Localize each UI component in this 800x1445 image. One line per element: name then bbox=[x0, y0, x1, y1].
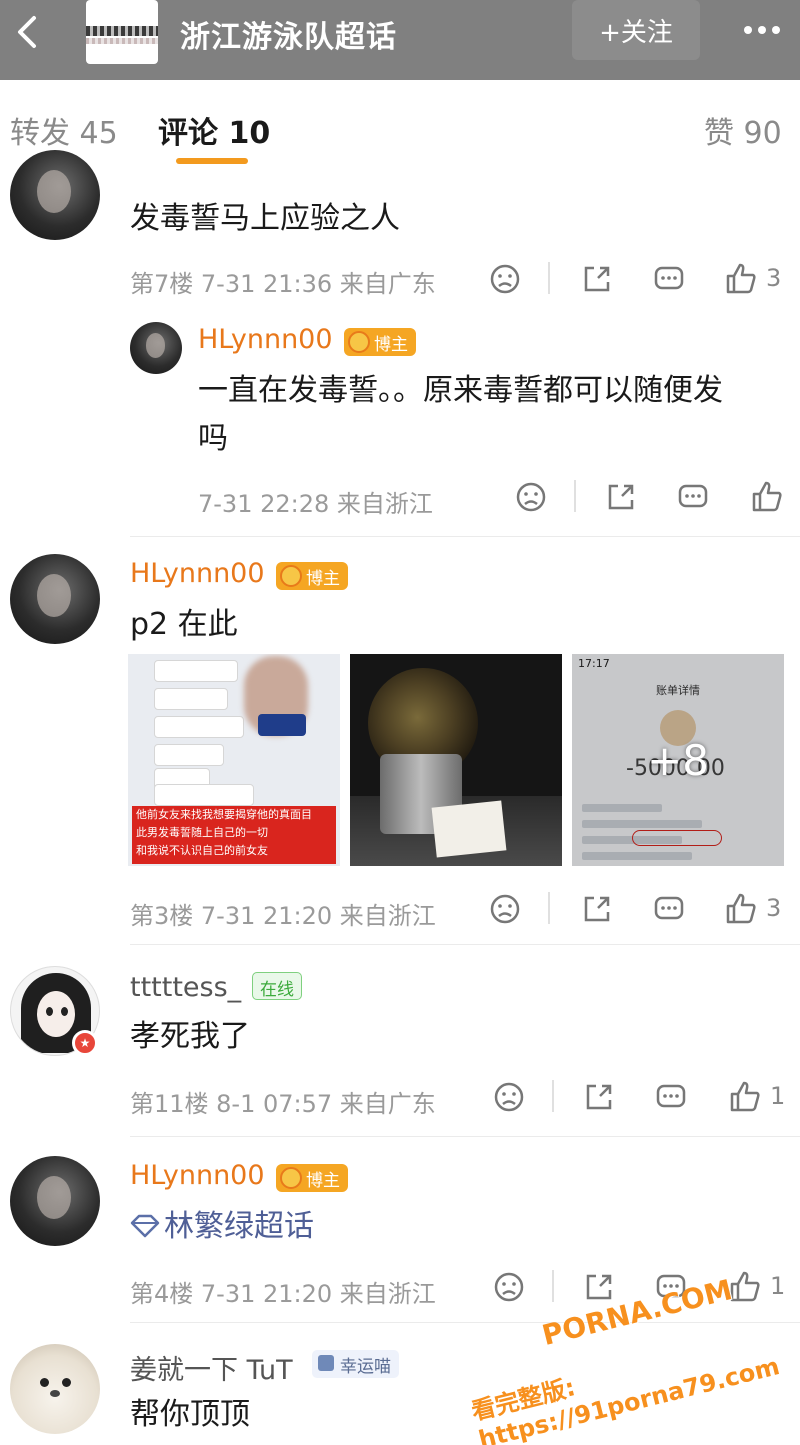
like-icon[interactable] bbox=[724, 262, 758, 296]
like-count: 1 bbox=[770, 1272, 786, 1300]
comment-text: 孝死我了 bbox=[130, 1019, 250, 1054]
crown-icon bbox=[280, 1167, 302, 1189]
divider bbox=[130, 536, 800, 537]
comment-meta: 第4楼 7-31 21:20 来自浙江 bbox=[130, 1280, 436, 1308]
like-count: 3 bbox=[766, 894, 782, 922]
reply-username[interactable]: HLynnn00 bbox=[198, 324, 333, 355]
comment-text: p2 在此 bbox=[130, 607, 238, 642]
share-icon[interactable] bbox=[604, 480, 638, 514]
tab-bar: 转发 45 评论 10 赞 90 bbox=[0, 80, 800, 170]
chevron-left-icon[interactable] bbox=[8, 12, 48, 52]
dislike-icon[interactable] bbox=[514, 480, 548, 514]
tab-comments[interactable]: 评论 10 bbox=[158, 108, 270, 152]
top-bar: 浙江游泳队超话 +关注 bbox=[0, 0, 800, 80]
share-icon[interactable] bbox=[582, 1270, 616, 1304]
host-badge: 博主 bbox=[344, 328, 416, 356]
comment-icon[interactable] bbox=[652, 262, 686, 296]
dislike-icon[interactable] bbox=[492, 1080, 526, 1114]
avatar[interactable] bbox=[10, 1156, 100, 1246]
dislike-icon[interactable] bbox=[488, 262, 522, 296]
image-caption-line1: 他前女友来找我想要揭穿他的真面目 bbox=[136, 808, 312, 821]
username[interactable]: HLynnn00 bbox=[130, 558, 265, 589]
share-icon[interactable] bbox=[582, 1080, 616, 1114]
comment-image-1[interactable]: 他前女友来找我想要揭穿他的真面目 此男发毒誓随上自己的一切 和我说不认识自己的前… bbox=[128, 654, 340, 866]
dislike-icon[interactable] bbox=[492, 1270, 526, 1304]
watermark-line2: 看完整版: https://91porna79.com bbox=[468, 1352, 783, 1445]
reply-avatar[interactable] bbox=[130, 322, 182, 374]
username[interactable]: tttttess_ bbox=[130, 972, 241, 1003]
like-count: 1 bbox=[770, 1082, 786, 1110]
supertopic-diamond-icon bbox=[130, 1214, 160, 1238]
more-icon[interactable] bbox=[736, 10, 788, 50]
more-images-count: +8 bbox=[647, 736, 709, 785]
online-badge: 在线 bbox=[252, 972, 302, 1000]
tab-likes[interactable]: 赞 90 bbox=[704, 108, 782, 152]
cat-icon bbox=[318, 1355, 334, 1371]
crown-icon bbox=[348, 331, 370, 353]
share-icon[interactable] bbox=[580, 262, 614, 296]
comment-image-2[interactable] bbox=[350, 654, 562, 866]
image-caption-line3: 和我说不认识自己的前女友 bbox=[136, 844, 268, 857]
like-icon[interactable] bbox=[750, 480, 784, 514]
divider bbox=[130, 1136, 800, 1137]
reply-actions bbox=[514, 480, 794, 520]
divider bbox=[130, 1322, 800, 1323]
comment-actions: 3 bbox=[488, 892, 788, 932]
like-count: 3 bbox=[766, 264, 782, 292]
active-tab-indicator bbox=[176, 158, 248, 164]
tab-reposts[interactable]: 转发 45 bbox=[10, 108, 118, 152]
crown-icon bbox=[280, 565, 302, 587]
share-icon[interactable] bbox=[580, 892, 614, 926]
avatar[interactable] bbox=[10, 150, 100, 240]
username[interactable]: 姜就一下 TuT bbox=[130, 1348, 293, 1387]
comment-image-3[interactable]: 17:17 账单详情 -5000.00 +8 bbox=[572, 654, 784, 866]
follow-button[interactable]: +关注 bbox=[572, 0, 700, 60]
group-thumbnail[interactable] bbox=[86, 0, 158, 64]
lucky-cat-badge: 幸运喵 bbox=[312, 1350, 399, 1378]
comment-text: 发毒誓马上应验之人 bbox=[130, 201, 400, 236]
avatar[interactable] bbox=[10, 554, 100, 644]
comment-meta: 第11楼 8-1 07:57 来自广东 bbox=[130, 1090, 436, 1118]
comment-actions: 3 bbox=[488, 262, 788, 302]
supertopic-link[interactable]: 林繁绿超话 bbox=[164, 1202, 314, 1252]
comment-icon[interactable] bbox=[654, 1080, 688, 1114]
avatar[interactable] bbox=[10, 1344, 100, 1434]
page-title: 浙江游泳队超话 bbox=[180, 20, 397, 55]
comment-actions: 1 bbox=[492, 1080, 792, 1120]
comment-icon[interactable] bbox=[652, 892, 686, 926]
comment-meta: 第3楼 7-31 21:20 来自浙江 bbox=[130, 902, 436, 930]
comment-text: 帮你顶顶 bbox=[130, 1397, 250, 1432]
dislike-icon[interactable] bbox=[488, 892, 522, 926]
verified-badge-icon: ★ bbox=[72, 1030, 98, 1056]
comment-meta: 第7楼 7-31 21:36 来自广东 bbox=[130, 270, 436, 298]
like-icon[interactable] bbox=[728, 1080, 762, 1114]
reply-text-line1: 一直在发毒誓。。原来毒誓都可以随便发 bbox=[198, 373, 723, 408]
like-icon[interactable] bbox=[724, 892, 758, 926]
host-badge: 博主 bbox=[276, 562, 348, 590]
host-badge: 博主 bbox=[276, 1164, 348, 1192]
reply-meta: 7-31 22:28 来自浙江 bbox=[198, 490, 433, 518]
image-caption-line2: 此男发毒誓随上自己的一切 bbox=[136, 826, 268, 839]
username[interactable]: HLynnn00 bbox=[130, 1160, 265, 1191]
divider bbox=[130, 944, 800, 945]
comment-icon[interactable] bbox=[676, 480, 710, 514]
reply-text-line2: 吗 bbox=[198, 421, 228, 456]
